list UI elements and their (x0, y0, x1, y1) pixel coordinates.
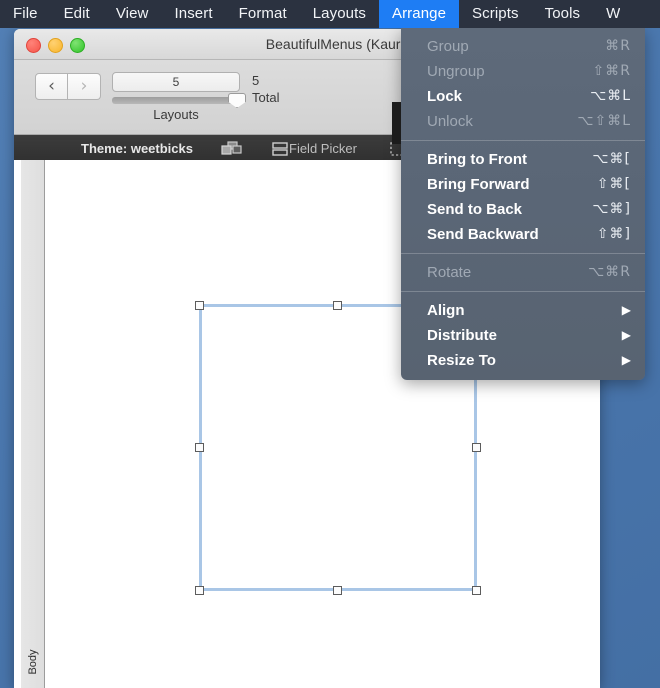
record-navigation-group: ‹ › (35, 73, 101, 100)
menubar-item-edit[interactable]: Edit (51, 0, 103, 28)
layout-part-rail[interactable]: Body (21, 160, 45, 688)
menu-item-send-backward[interactable]: Send Backward ⇧⌘] (401, 222, 645, 247)
chevron-right-icon: › (80, 76, 88, 96)
resize-handle-bottom-right[interactable] (472, 586, 481, 595)
next-layout-button[interactable]: › (68, 73, 101, 100)
menubar-item-arrange[interactable]: Arrange (378, 0, 460, 28)
menubar-item-layouts[interactable]: Layouts (300, 0, 379, 28)
layout-slider-thumb[interactable] (228, 93, 246, 108)
menu-item-bring-to-front[interactable]: Bring to Front ⌥⌘[ (401, 147, 645, 172)
layout-slider-group: 5 Layouts (112, 72, 246, 122)
menu-item-label: Unlock (427, 113, 473, 130)
field-picker-icon[interactable] (272, 135, 288, 162)
menu-item-shortcut: ⇧⌘R (592, 63, 631, 79)
submenu-arrow-icon: ▶ (621, 328, 631, 342)
menu-separator (401, 253, 645, 254)
layout-theme-icon[interactable] (220, 135, 242, 162)
menubar-item-format[interactable]: Format (226, 0, 300, 28)
menu-item-label: Group (427, 38, 469, 55)
menu-separator (401, 140, 645, 141)
layout-slider[interactable] (112, 93, 246, 108)
menu-item-shortcut: ⌥⌘[ (592, 151, 631, 167)
menu-item-shortcut: ⇧⌘] (596, 226, 631, 242)
layout-number-field[interactable]: 5 (112, 72, 240, 92)
menu-item-group: Group ⌘R (401, 34, 645, 59)
menubar-item-tools[interactable]: Tools (532, 0, 594, 28)
layout-total-label: Total (252, 90, 280, 105)
menubar-item-file[interactable]: File (0, 0, 51, 28)
layout-total-count: 5 (252, 73, 260, 88)
theme-label: Theme: weetbicks (81, 141, 193, 156)
menubar-item-view[interactable]: View (103, 0, 162, 28)
menu-item-label: Align (427, 302, 465, 319)
menu-edge-shadow (392, 102, 401, 144)
menu-item-label: Resize To (427, 352, 496, 369)
menu-item-shortcut: ⌥⌘] (592, 201, 631, 217)
menu-item-ungroup: Ungroup ⇧⌘R (401, 59, 645, 84)
resize-handle-middle-right[interactable] (472, 443, 481, 452)
menu-item-bring-forward[interactable]: Bring Forward ⇧⌘[ (401, 172, 645, 197)
resize-handle-top-left[interactable] (195, 301, 204, 310)
resize-handle-bottom-center[interactable] (333, 586, 342, 595)
menu-item-label: Bring Forward (427, 176, 530, 193)
menu-item-send-to-back[interactable]: Send to Back ⌥⌘] (401, 197, 645, 222)
field-picker-label[interactable]: Field Picker (289, 135, 357, 162)
menubar: File Edit View Insert Format Layouts Arrange Sc… (0, 0, 660, 28)
chevron-left-icon: ‹ (48, 76, 55, 96)
menu-item-label: Bring to Front (427, 151, 527, 168)
menu-item-distribute[interactable]: Distribute ▶ (401, 323, 645, 348)
menu-separator (401, 291, 645, 292)
layout-total-block: 5 Total (252, 72, 279, 106)
menu-item-label: Send to Back (427, 201, 523, 218)
previous-layout-button[interactable]: ‹ (35, 73, 68, 100)
layout-part-label: Body (27, 649, 39, 675)
menu-item-shortcut: ⌘R (605, 38, 631, 54)
resize-handle-top-center[interactable] (333, 301, 342, 310)
menubar-item-scripts[interactable]: Scripts (459, 0, 532, 28)
menu-item-label: Ungroup (427, 63, 485, 80)
menu-item-shortcut: ⌥⇧⌘L (577, 113, 631, 129)
arrange-dropdown-menu: Group ⌘R Ungroup ⇧⌘R Lock ⌥⌘L Unlock ⌥⇧⌘L Bring … (392, 28, 645, 380)
menu-item-align[interactable]: Align ▶ (401, 298, 645, 323)
submenu-arrow-icon: ▶ (621, 353, 631, 367)
menu-item-unlock: Unlock ⌥⇧⌘L (401, 109, 645, 134)
resize-handle-bottom-left[interactable] (195, 586, 204, 595)
menu-item-resize-to[interactable]: Resize To ▶ (401, 348, 645, 373)
menu-item-shortcut: ⇧⌘[ (596, 176, 631, 192)
layout-slider-caption: Layouts (153, 107, 199, 122)
resize-handle-middle-left[interactable] (195, 443, 204, 452)
submenu-arrow-icon: ▶ (621, 303, 631, 317)
menubar-item-insert[interactable]: Insert (161, 0, 225, 28)
menu-item-label: Lock (427, 88, 463, 105)
menubar-item-w[interactable]: W (593, 0, 620, 28)
menu-item-shortcut: ⌥⌘L (590, 88, 631, 104)
menu-item-shortcut: ⌥⌘R (588, 264, 631, 280)
menu-item-label: Rotate (427, 264, 472, 281)
menu-item-label: Distribute (427, 327, 498, 344)
menu-item-rotate: Rotate ⌥⌘R (401, 260, 645, 285)
menu-item-lock[interactable]: Lock ⌥⌘L (401, 84, 645, 109)
menu-item-label: Send Backward (427, 226, 539, 243)
